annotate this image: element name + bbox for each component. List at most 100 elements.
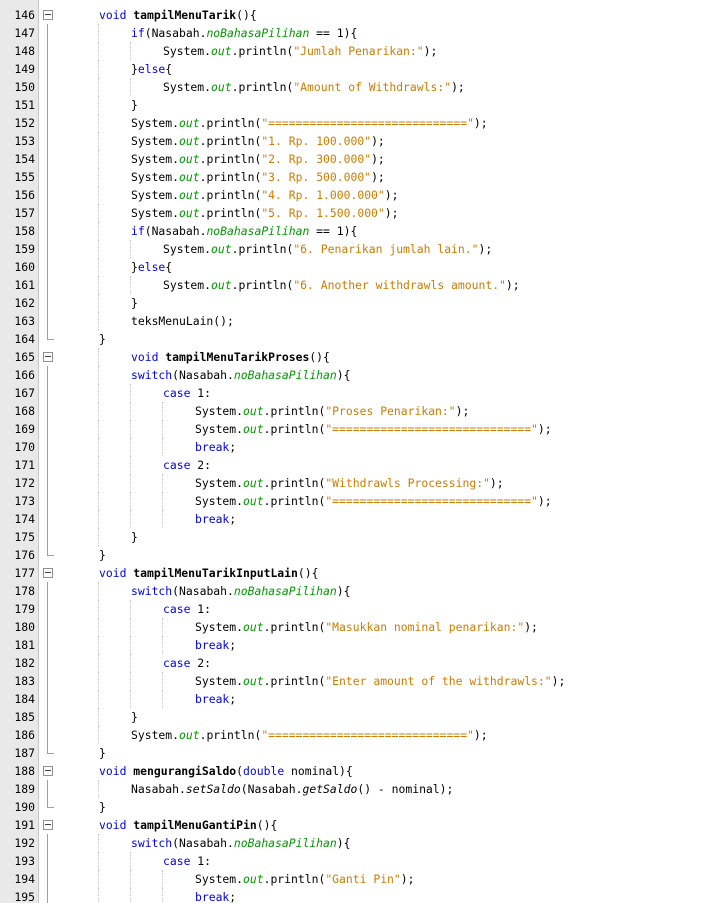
code-token: case: [163, 854, 191, 868]
code-token: .println(: [199, 188, 262, 202]
line-number: 156: [14, 188, 35, 202]
code-line[interactable]: 162}: [0, 294, 708, 312]
code-token: );: [551, 674, 566, 688]
code-line[interactable]: 163 teksMenuLain();: [0, 312, 708, 330]
code-line[interactable]: 156 System.out.println("4. Rp. 1.000.000"…: [0, 186, 708, 204]
code-token: {: [165, 62, 173, 76]
code-line[interactable]: 182 case 2:: [0, 654, 708, 672]
code-line[interactable]: 193 case 1:: [0, 852, 708, 870]
code-line[interactable]: 187}: [0, 744, 708, 762]
code-text: case 1:: [163, 852, 211, 870]
indent-guide: [162, 672, 163, 690]
code-token: break: [195, 692, 230, 706]
indent-guide: [130, 636, 131, 654]
code-line[interactable]: 175}: [0, 528, 708, 546]
code-line[interactable]: 189 Nasabah.setSaldo(Nasabah.getSaldo() -…: [0, 780, 708, 798]
code-token: .println(: [199, 134, 262, 148]
code-token: System.: [195, 494, 244, 508]
code-line[interactable]: 183 System.out.println("Enter amount of t…: [0, 672, 708, 690]
code-token: break: [195, 440, 230, 454]
fold-range-line: [47, 222, 48, 240]
code-line[interactable]: 194 System.out.println("Ganti Pin");: [0, 870, 708, 888]
code-line[interactable]: 176}: [0, 546, 708, 564]
code-line[interactable]: 149}else{: [0, 60, 708, 78]
code-line[interactable]: 171 case 2:: [0, 456, 708, 474]
code-line[interactable]: 147 if(Nasabah.noBahasaPilihan == 1){: [0, 24, 708, 42]
line-number: 154: [14, 152, 35, 166]
code-line[interactable]: 184 break;: [0, 690, 708, 708]
code-token: ;: [229, 692, 237, 706]
code-text: if(Nasabah.noBahasaPilihan == 1){: [131, 24, 357, 42]
code-line[interactable]: 181 break;: [0, 636, 708, 654]
code-line[interactable]: 151}: [0, 96, 708, 114]
code-line[interactable]: 152 System.out.println("=================…: [0, 114, 708, 132]
code-line[interactable]: 160}else{: [0, 258, 708, 276]
code-token: out: [211, 278, 232, 292]
code-token: "3. Rp. 500.000": [261, 170, 372, 184]
code-text: System.out.println("5. Rp. 1.500.000");: [131, 204, 399, 222]
code-line[interactable]: 185}: [0, 708, 708, 726]
code-line[interactable]: 192 switch(Nasabah.noBahasaPilihan){: [0, 834, 708, 852]
code-token: System.: [195, 872, 244, 886]
code-token: 1:: [190, 602, 212, 616]
indent-guide: [130, 618, 131, 636]
code-line[interactable]: 179 case 1:: [0, 600, 708, 618]
code-line[interactable]: 174 break;: [0, 510, 708, 528]
line-number: 181: [14, 638, 35, 652]
code-line[interactable]: 158 if(Nasabah.noBahasaPilihan == 1){: [0, 222, 708, 240]
fold-range-line: [47, 780, 48, 798]
code-line[interactable]: 146 void tampilMenuTarik(){: [0, 6, 708, 24]
line-number: 160: [14, 260, 35, 274]
code-token: out: [179, 206, 200, 220]
code-line[interactable]: 178 switch(Nasabah.noBahasaPilihan){: [0, 582, 708, 600]
code-line[interactable]: 164}: [0, 330, 708, 348]
fold-collapse-icon[interactable]: [43, 10, 53, 20]
code-line[interactable]: 188 void mengurangiSaldo(double nominal){: [0, 762, 708, 780]
code-token: .println(: [231, 278, 294, 292]
fold-range-line: [47, 204, 48, 222]
code-line[interactable]: 150 System.out.println("Amount of Withdra…: [0, 78, 708, 96]
code-line[interactable]: 166 switch(Nasabah.noBahasaPilihan){: [0, 366, 708, 384]
code-token: case: [163, 458, 191, 472]
fold-collapse-icon[interactable]: [43, 820, 53, 830]
code-line[interactable]: 186 System.out.println("=================…: [0, 726, 708, 744]
indent-guide: [98, 456, 99, 474]
code-line[interactable]: 159 System.out.println("6. Penarikan juml…: [0, 240, 708, 258]
indent-guide: [130, 888, 131, 903]
fold-collapse-icon[interactable]: [43, 568, 53, 578]
fold-collapse-icon[interactable]: [43, 766, 53, 776]
code-line[interactable]: 195 break;: [0, 888, 708, 903]
indent-guide: [98, 780, 99, 798]
indent-guide: [130, 690, 131, 708]
code-token: );: [371, 134, 385, 148]
code-token: teksMenuLain();: [131, 314, 234, 328]
code-token: 1:: [190, 854, 212, 868]
code-line[interactable]: 165 void tampilMenuTarikProses(){: [0, 348, 708, 366]
indent-guide: [98, 312, 99, 330]
code-line[interactable]: 180 System.out.println("Masukkan nominal …: [0, 618, 708, 636]
code-line[interactable]: 170 break;: [0, 438, 708, 456]
code-editor[interactable]: 146 void tampilMenuTarik(){147 if(Nasabah.…: [0, 0, 708, 903]
code-token: "5. Rp. 1.500.000": [261, 206, 385, 220]
code-line[interactable]: 153 System.out.println("1. Rp. 100.000");: [0, 132, 708, 150]
code-line[interactable]: 191 void tampilMenuGantiPin(){: [0, 816, 708, 834]
code-line[interactable]: 177 void tampilMenuTarikInputLain(){: [0, 564, 708, 582]
code-token: tampilMenuTarikInputLain: [133, 566, 298, 580]
code-line[interactable]: 157 System.out.println("5. Rp. 1.500.000"…: [0, 204, 708, 222]
fold-range-line: [47, 852, 48, 870]
code-line[interactable]: 169 System.out.println("=================…: [0, 420, 708, 438]
code-line[interactable]: 161 System.out.println("6. Another withdr…: [0, 276, 708, 294]
code-line[interactable]: 172 System.out.println("Withdrawls Proces…: [0, 474, 708, 492]
code-text: void tampilMenuGantiPin(){: [99, 816, 277, 834]
code-text: System.out.println("4. Rp. 1.000.000");: [131, 186, 399, 204]
fold-collapse-icon[interactable]: [43, 352, 53, 362]
code-line[interactable]: 148 System.out.println("Jumlah Penarikan:…: [0, 42, 708, 60]
line-number: 152: [14, 116, 35, 130]
code-token: noBahasaPilihan: [233, 368, 337, 382]
code-line[interactable]: 154 System.out.println("2. Rp. 300.000");: [0, 150, 708, 168]
code-line[interactable]: 168 System.out.println("Proses Penarikan:…: [0, 402, 708, 420]
code-line[interactable]: 155 System.out.println("3. Rp. 500.000");: [0, 168, 708, 186]
code-line[interactable]: 190}: [0, 798, 708, 816]
code-line[interactable]: 167 case 1:: [0, 384, 708, 402]
code-line[interactable]: 173 System.out.println("=================…: [0, 492, 708, 510]
